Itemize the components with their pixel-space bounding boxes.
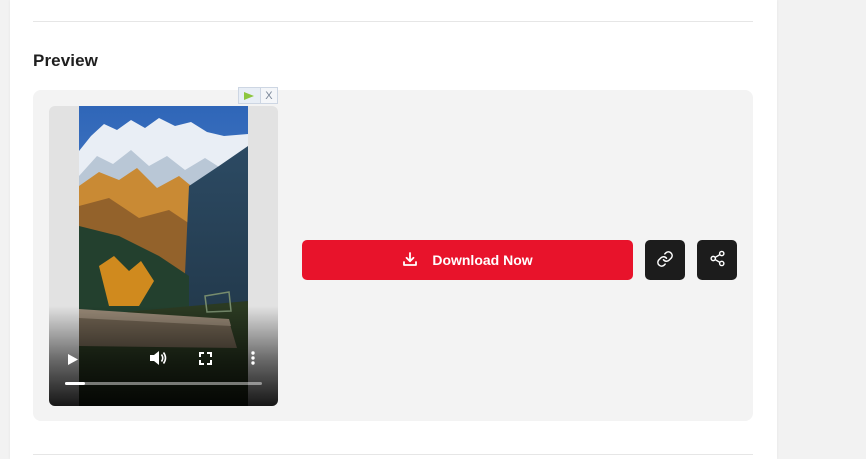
share-icon xyxy=(709,250,726,270)
download-now-button[interactable]: Download Now xyxy=(302,240,633,280)
video-player[interactable] xyxy=(49,106,278,406)
content-card: Preview X Download Now xyxy=(10,0,777,459)
volume-icon[interactable] xyxy=(147,347,169,369)
copy-link-button[interactable] xyxy=(645,240,685,280)
ad-play-icon[interactable] xyxy=(238,87,260,104)
ad-badge[interactable]: X xyxy=(238,87,278,104)
bottom-divider xyxy=(33,454,753,455)
download-icon xyxy=(402,251,418,270)
ad-close-icon[interactable]: X xyxy=(259,87,278,104)
play-icon[interactable] xyxy=(63,349,83,369)
preview-panel: X Download Now xyxy=(33,87,753,421)
fullscreen-icon[interactable] xyxy=(195,348,215,368)
share-button[interactable] xyxy=(697,240,737,280)
section-title: Preview xyxy=(33,51,98,70)
more-options-icon[interactable] xyxy=(245,348,261,368)
progress-bar[interactable] xyxy=(65,382,262,385)
top-divider xyxy=(33,21,753,22)
download-label: Download Now xyxy=(432,252,533,268)
progress-fill xyxy=(65,382,85,385)
copy-link-icon xyxy=(656,250,674,271)
